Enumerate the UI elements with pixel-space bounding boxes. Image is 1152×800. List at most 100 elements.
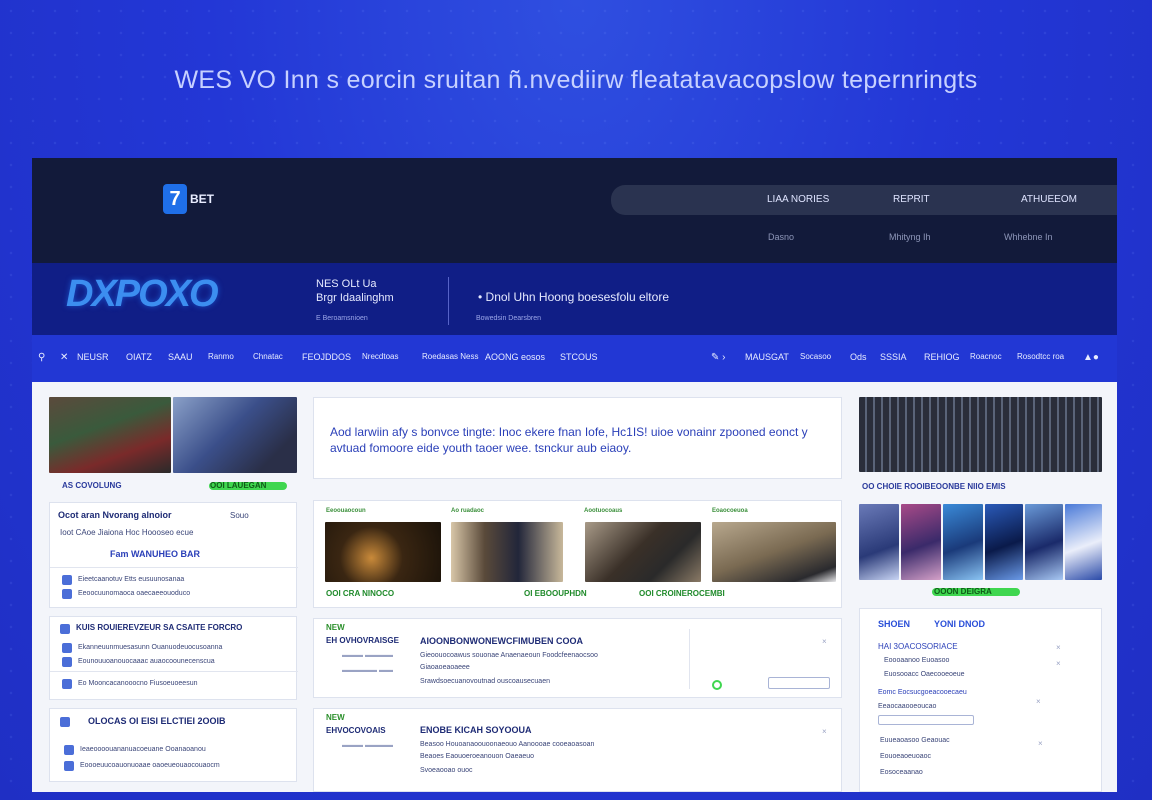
menu-item-10[interactable]: STCOUS	[560, 352, 598, 362]
gallery-thumb-5[interactable]	[1025, 504, 1063, 580]
left-box3-item-2[interactable]: Eoooeuucoauonuoaae oaoeueouaocouaocm	[80, 762, 220, 769]
left-box1-item-1[interactable]: Eieetcaanotuv Etts eusuunosanaa	[78, 576, 184, 583]
menu-item-1[interactable]: NEUSR	[77, 352, 109, 362]
right-box-item-5[interactable]: Eeaocaaooeoucao	[878, 703, 936, 710]
gallery-thumb-6[interactable]	[1065, 504, 1102, 580]
banner-logo[interactable]: DXPOXO	[66, 273, 219, 316]
feed1-sub[interactable]: EH OVHOVRAISGE	[326, 636, 399, 645]
menu-item-7[interactable]: Nrecdtoas	[362, 352, 398, 361]
left-box1-row: Ioot CAoe Jiaiona Hoc Hoooseo ecue	[60, 528, 194, 537]
media-image-4[interactable]	[712, 522, 836, 582]
logo-text: BET	[190, 192, 214, 206]
right-tile-label[interactable]: OO CHOIE ROOIBEOONBE NIIO EMIS	[862, 482, 1006, 491]
media-image-3[interactable]	[585, 522, 701, 582]
right-box-item-6[interactable]: Euueaoasoo Geaouac	[880, 737, 950, 744]
menu-close-icon[interactable]: ✕	[60, 352, 68, 363]
menu-right-item-3[interactable]: Ods	[850, 352, 867, 362]
top-nav-item-2[interactable]: REPRIT	[893, 194, 930, 205]
right-box-close-icon[interactable]: ×	[1056, 643, 1061, 652]
left-box3-item-1[interactable]: Ieaeoooouananuacoeuane Ooanaoanou	[80, 746, 206, 753]
gallery-thumb-3[interactable]	[943, 504, 983, 580]
menu-right-item-1[interactable]: MAUSGAT	[745, 352, 789, 362]
feed2-more-icon[interactable]: ×	[822, 727, 827, 736]
menu-item-4[interactable]: Ranmo	[208, 352, 234, 361]
top-nav-item-3[interactable]: ATHUEEOM	[1021, 194, 1077, 205]
right-box-close-icon[interactable]: ×	[1056, 659, 1061, 668]
left-box2-item-2[interactable]: Eounouuoanouocaaac auaocoounecenscua	[78, 658, 215, 665]
menu-right-item-6[interactable]: Roacnoc	[970, 352, 1002, 361]
menu-item-3[interactable]: SAAU	[168, 352, 193, 362]
menu-right-item-4[interactable]: SSSIA	[880, 352, 907, 362]
stadium-image[interactable]	[859, 397, 1102, 472]
media-image-2[interactable]	[451, 522, 563, 582]
left-box2-title[interactable]: KUIS ROUIEREVZEUR SA CSAITE FORCRO	[76, 623, 242, 632]
left-box2-item-1[interactable]: Ekanneuunmuesasunn Ouanuodeuocusoanna	[78, 644, 222, 651]
player-image[interactable]	[173, 397, 297, 473]
website-mockup: 7 BET LIAA NORIES REPRIT ATHUEEOM Dasno …	[32, 158, 1117, 792]
menu-edit-icon[interactable]: ✎ ›	[711, 352, 726, 363]
feed1-meta: ▬▬▬▬▬ ▬▬	[342, 667, 393, 674]
feed1-title[interactable]: AIOONBONWONEWCFIMUBEN COOA	[420, 636, 583, 646]
top-nav-item-1[interactable]: LIAA NORIES	[767, 194, 829, 205]
right-box-item-8[interactable]: Eosoceaanao	[880, 769, 923, 776]
right-box-item-3[interactable]: Euosooacc Oaecooeoeue	[884, 671, 965, 678]
list-item-icon	[64, 761, 74, 771]
left-box1-title[interactable]: Ocot aran Nvorang alnoior	[58, 510, 172, 520]
feed1-toggle-icon[interactable]	[712, 680, 722, 690]
banner-promo: NES OLt Ua Brgr Idaalinghm	[316, 277, 394, 305]
right-box-close-icon[interactable]: ×	[1036, 697, 1041, 706]
left-tile-label[interactable]: AS COVOLUNG	[62, 481, 122, 490]
left-box-3: OLOCAS OI EISI ELCTIEI 2OOIB Ieaeoooouan…	[49, 708, 297, 782]
site-logo[interactable]: 7 BET	[163, 184, 214, 214]
media-footer-left[interactable]: OOI CRA NINOCO	[326, 589, 394, 598]
sub-nav-item-2[interactable]: Mhityng Ih	[889, 232, 931, 242]
media-label-1: Eeoouaocoun	[326, 508, 366, 514]
menu-right-item-7[interactable]: Rosodtcc roa	[1017, 352, 1064, 361]
feed1-line-1: Gieoouocoawus souonae Anaenaeoun Foodcfe…	[420, 652, 598, 659]
menu-item-2[interactable]: OIATZ	[126, 352, 152, 362]
casino-table-image[interactable]	[49, 397, 171, 473]
left-tile-badge-text: OOI LAUEGAN	[210, 481, 267, 490]
feed1-meta: ▬▬▬ ▬▬▬▬	[342, 652, 393, 659]
menu-item-6[interactable]: FEOJDDOS	[302, 352, 351, 362]
feed2-label: NEW	[326, 713, 345, 722]
media-footer-right[interactable]: OOI CROINEROCEMBI	[639, 589, 725, 598]
divider	[50, 567, 298, 568]
left-box2-item-3[interactable]: Eo Mooncacanooocno Fiusoeuoeesun	[78, 680, 197, 687]
right-box-item-4[interactable]: Eomc Eocsucgoeacooecaeu	[878, 689, 967, 696]
left-box-1: Ocot aran Nvorang alnoior Souo Ioot CAoe…	[49, 502, 298, 608]
feed2-sub[interactable]: EHVOCOVOAIS	[326, 726, 386, 735]
sub-nav-item-3[interactable]: Whhebne In	[1004, 232, 1053, 242]
right-box-item-2[interactable]: Eoooaanoo Euoasoo	[884, 657, 949, 664]
sub-nav-item-1[interactable]: Dasno	[768, 232, 794, 242]
gallery-thumb-2[interactable]	[901, 504, 941, 580]
main-menu: ⚲ ✕ NEUSR OIATZ SAAU Ranmo Chnatac FEOJD…	[32, 335, 1117, 382]
right-box-tag[interactable]: YONI DNOD	[934, 619, 985, 629]
menu-user-icon[interactable]: ▲●	[1083, 352, 1099, 363]
menu-item-5[interactable]: Chnatac	[253, 352, 283, 361]
banner-divider	[448, 277, 449, 325]
menu-item-9[interactable]: AOONG eosos	[485, 352, 545, 362]
left-box1-sub[interactable]: Fam WANUHEO BAR	[110, 549, 200, 559]
media-image-1[interactable]	[325, 522, 441, 582]
media-footer-mid[interactable]: OI EBOOUPHDN	[524, 589, 587, 598]
menu-right-item-5[interactable]: REHIOG	[924, 352, 960, 362]
left-box1-tag[interactable]: Souo	[230, 511, 249, 520]
left-box3-title[interactable]: OLOCAS OI EISI ELCTIEI 2OOIB	[88, 716, 226, 726]
left-box1-item-2[interactable]: Eeoocuunomaoca oaecaeeouoduco	[78, 590, 190, 597]
gallery-thumb-1[interactable]	[859, 504, 899, 580]
gallery-badge-text[interactable]: OOON DEIGRA	[934, 587, 992, 596]
menu-right-item-2[interactable]: Socasoo	[800, 352, 831, 361]
feed1-input-box[interactable]	[768, 677, 830, 689]
menu-home-icon[interactable]: ⚲	[38, 352, 45, 363]
intro-line-1: Aod larwiin afy s bonvce tingte: Inoc ek…	[330, 425, 808, 439]
gallery-thumb-4[interactable]	[985, 504, 1023, 580]
menu-item-8[interactable]: Roedasas Ness	[422, 352, 478, 361]
right-box-title[interactable]: SHOEN	[878, 619, 910, 629]
right-box-item-1[interactable]: HAI 3OACOSORIACE	[878, 642, 958, 651]
feed1-more-icon[interactable]: ×	[822, 637, 827, 646]
feed2-title[interactable]: ENOBE KICAH SOYOOUA	[420, 725, 532, 735]
right-box-close-icon[interactable]: ×	[1038, 739, 1043, 748]
list-item-icon	[62, 643, 72, 653]
right-box-item-7[interactable]: Eouoeaoeuoaoc	[880, 753, 931, 760]
